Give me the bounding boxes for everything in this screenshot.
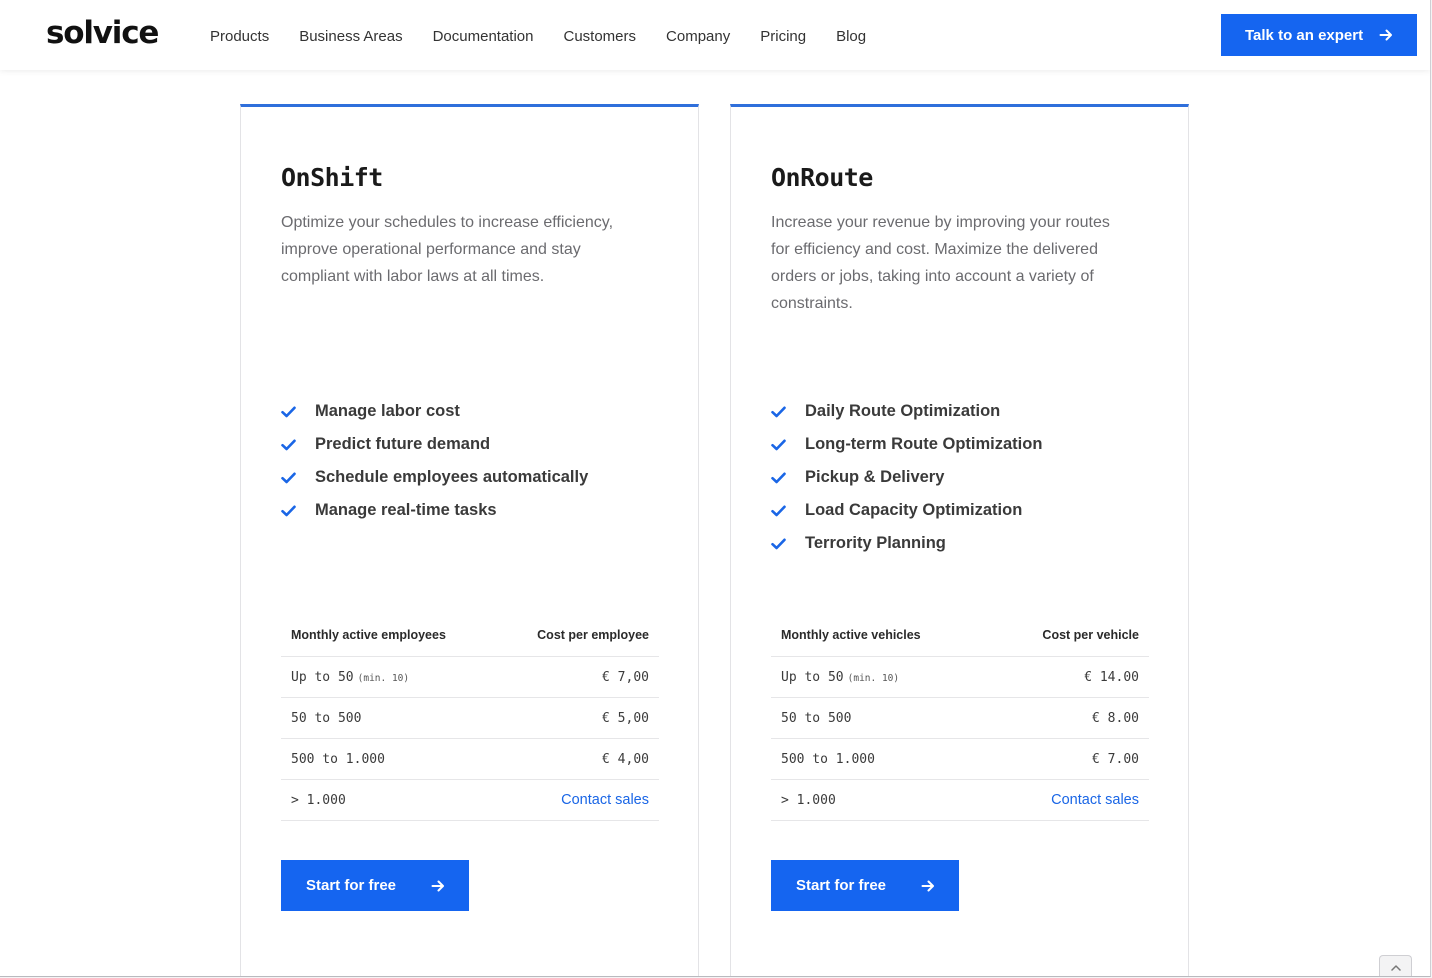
minimum-note: (min. 10) xyxy=(357,672,410,684)
nav-customers[interactable]: Customers xyxy=(564,28,637,45)
nav-company[interactable]: Company xyxy=(666,28,730,45)
feature-label: Schedule employees automatically xyxy=(315,468,589,486)
tier-range: > 1.000 xyxy=(771,779,990,821)
check-icon xyxy=(771,406,786,417)
feature-item: Manage labor cost xyxy=(281,395,588,428)
arrow-right-icon xyxy=(921,880,934,891)
feature-item: Pickup & Delivery xyxy=(771,461,1042,494)
scroll-to-top-button[interactable] xyxy=(1379,955,1412,976)
table-row: 500 to 1.000 € 7.00 xyxy=(771,738,1149,780)
table-row: Up to 50 (min. 10) € 7,00 xyxy=(281,656,659,698)
table-row: 500 to 1.000 € 4,00 xyxy=(281,738,659,780)
chevron-up-icon xyxy=(1390,965,1401,971)
column-header-volume: Monthly active vehicles xyxy=(771,614,990,657)
nav-blog[interactable]: Blog xyxy=(836,28,866,45)
table-header-row: Monthly active employees Cost per employ… xyxy=(281,614,659,657)
tier-range-label: Up to 50 xyxy=(291,669,354,685)
tier-range-label: Up to 50 xyxy=(781,669,844,685)
table-row: 50 to 500 € 8.00 xyxy=(771,697,1149,739)
tier-range: Up to 50 (min. 10) xyxy=(281,656,497,698)
tier-price-cell: Contact sales xyxy=(989,779,1149,821)
check-icon xyxy=(281,439,296,450)
tier-range: 500 to 1.000 xyxy=(281,738,497,780)
feature-item: Schedule employees automatically xyxy=(281,461,588,494)
feature-label: Manage labor cost xyxy=(315,402,460,420)
feature-label: Predict future demand xyxy=(315,435,491,453)
contact-sales-link[interactable]: Contact sales xyxy=(561,792,649,808)
nav-products[interactable]: Products xyxy=(210,28,269,45)
onroute-pricing-card: OnRoute Increase your revenue by improvi… xyxy=(730,104,1189,976)
nav-business-areas[interactable]: Business Areas xyxy=(299,28,402,45)
table-row: > 1.000 Contact sales xyxy=(281,779,659,821)
feature-item: Predict future demand xyxy=(281,428,588,461)
nav-pricing[interactable]: Pricing xyxy=(760,28,806,45)
tier-price: € 4,00 xyxy=(496,738,659,780)
table-row: > 1.000 Contact sales xyxy=(771,779,1149,821)
column-header-cost: Cost per vehicle xyxy=(989,614,1149,657)
nav-documentation[interactable]: Documentation xyxy=(433,28,534,45)
tier-range: Up to 50 (min. 10) xyxy=(771,656,990,698)
tier-price: € 14.00 xyxy=(989,656,1149,698)
tier-price: € 5,00 xyxy=(496,697,659,739)
tier-price: € 7.00 xyxy=(989,738,1149,780)
talk-to-expert-button[interactable]: Talk to an expert xyxy=(1221,14,1417,56)
tier-range: > 1.000 xyxy=(281,779,497,821)
feature-label: Terrority Planning xyxy=(805,534,946,552)
pricing-table: Monthly active employees Cost per employ… xyxy=(281,614,659,821)
check-icon xyxy=(771,505,786,516)
site-header: solvice Products Business Areas Document… xyxy=(0,0,1430,70)
start-for-free-label: Start for free xyxy=(796,877,887,894)
minimum-note: (min. 10) xyxy=(847,672,900,684)
feature-item: Manage real-time tasks xyxy=(281,494,588,527)
table-row: 50 to 500 € 5,00 xyxy=(281,697,659,739)
column-header-cost: Cost per employee xyxy=(496,614,659,657)
tier-price: € 8.00 xyxy=(989,697,1149,739)
feature-item: Terrority Planning xyxy=(771,527,1042,560)
check-icon xyxy=(771,472,786,483)
tier-range: 50 to 500 xyxy=(281,697,497,739)
card-description: Optimize your schedules to increase effi… xyxy=(281,214,614,285)
feature-label: Pickup & Delivery xyxy=(805,468,945,486)
talk-to-expert-label: Talk to an expert xyxy=(1245,26,1364,44)
check-icon xyxy=(771,439,786,450)
tier-range: 50 to 500 xyxy=(771,697,990,739)
table-row: Up to 50 (min. 10) € 14.00 xyxy=(771,656,1149,698)
card-description: Increase your revenue by improving your … xyxy=(771,214,1110,312)
solvice-logo[interactable]: solvice xyxy=(46,15,159,51)
start-for-free-button[interactable]: Start for free xyxy=(281,860,469,911)
pricing-table: Monthly active vehicles Cost per vehicle… xyxy=(771,614,1149,821)
column-header-volume: Monthly active employees xyxy=(281,614,497,657)
feature-label: Manage real-time tasks xyxy=(315,501,497,519)
contact-sales-link[interactable]: Contact sales xyxy=(1051,792,1139,808)
check-icon xyxy=(281,472,296,483)
tier-price-cell: Contact sales xyxy=(496,779,659,821)
tier-range: 500 to 1.000 xyxy=(771,738,990,780)
arrow-right-icon xyxy=(431,880,444,891)
feature-item: Daily Route Optimization xyxy=(771,395,1042,428)
main-nav: Products Business Areas Documentation Cu… xyxy=(210,28,896,45)
feature-item: Load Capacity Optimization xyxy=(771,494,1042,527)
check-icon xyxy=(281,505,296,516)
feature-label: Daily Route Optimization xyxy=(805,402,1001,420)
start-for-free-label: Start for free xyxy=(306,877,397,894)
check-icon xyxy=(281,406,296,417)
feature-label: Load Capacity Optimization xyxy=(805,501,1023,519)
arrow-right-icon xyxy=(1379,29,1392,41)
tier-price: € 7,00 xyxy=(496,656,659,698)
feature-item: Long-term Route Optimization xyxy=(771,428,1042,461)
table-header-row: Monthly active vehicles Cost per vehicle xyxy=(771,614,1149,657)
check-icon xyxy=(771,538,786,549)
onshift-pricing-card: OnShift Optimize your schedules to incre… xyxy=(240,104,699,976)
feature-list: Manage labor cost Predict future demand … xyxy=(281,395,588,527)
feature-list: Daily Route Optimization Long-term Route… xyxy=(771,395,1042,560)
card-title: OnRoute xyxy=(771,163,873,192)
card-title: OnShift xyxy=(281,163,383,192)
feature-label: Long-term Route Optimization xyxy=(805,435,1043,453)
page: solvice Products Business Areas Document… xyxy=(0,0,1431,977)
start-for-free-button[interactable]: Start for free xyxy=(771,860,959,911)
